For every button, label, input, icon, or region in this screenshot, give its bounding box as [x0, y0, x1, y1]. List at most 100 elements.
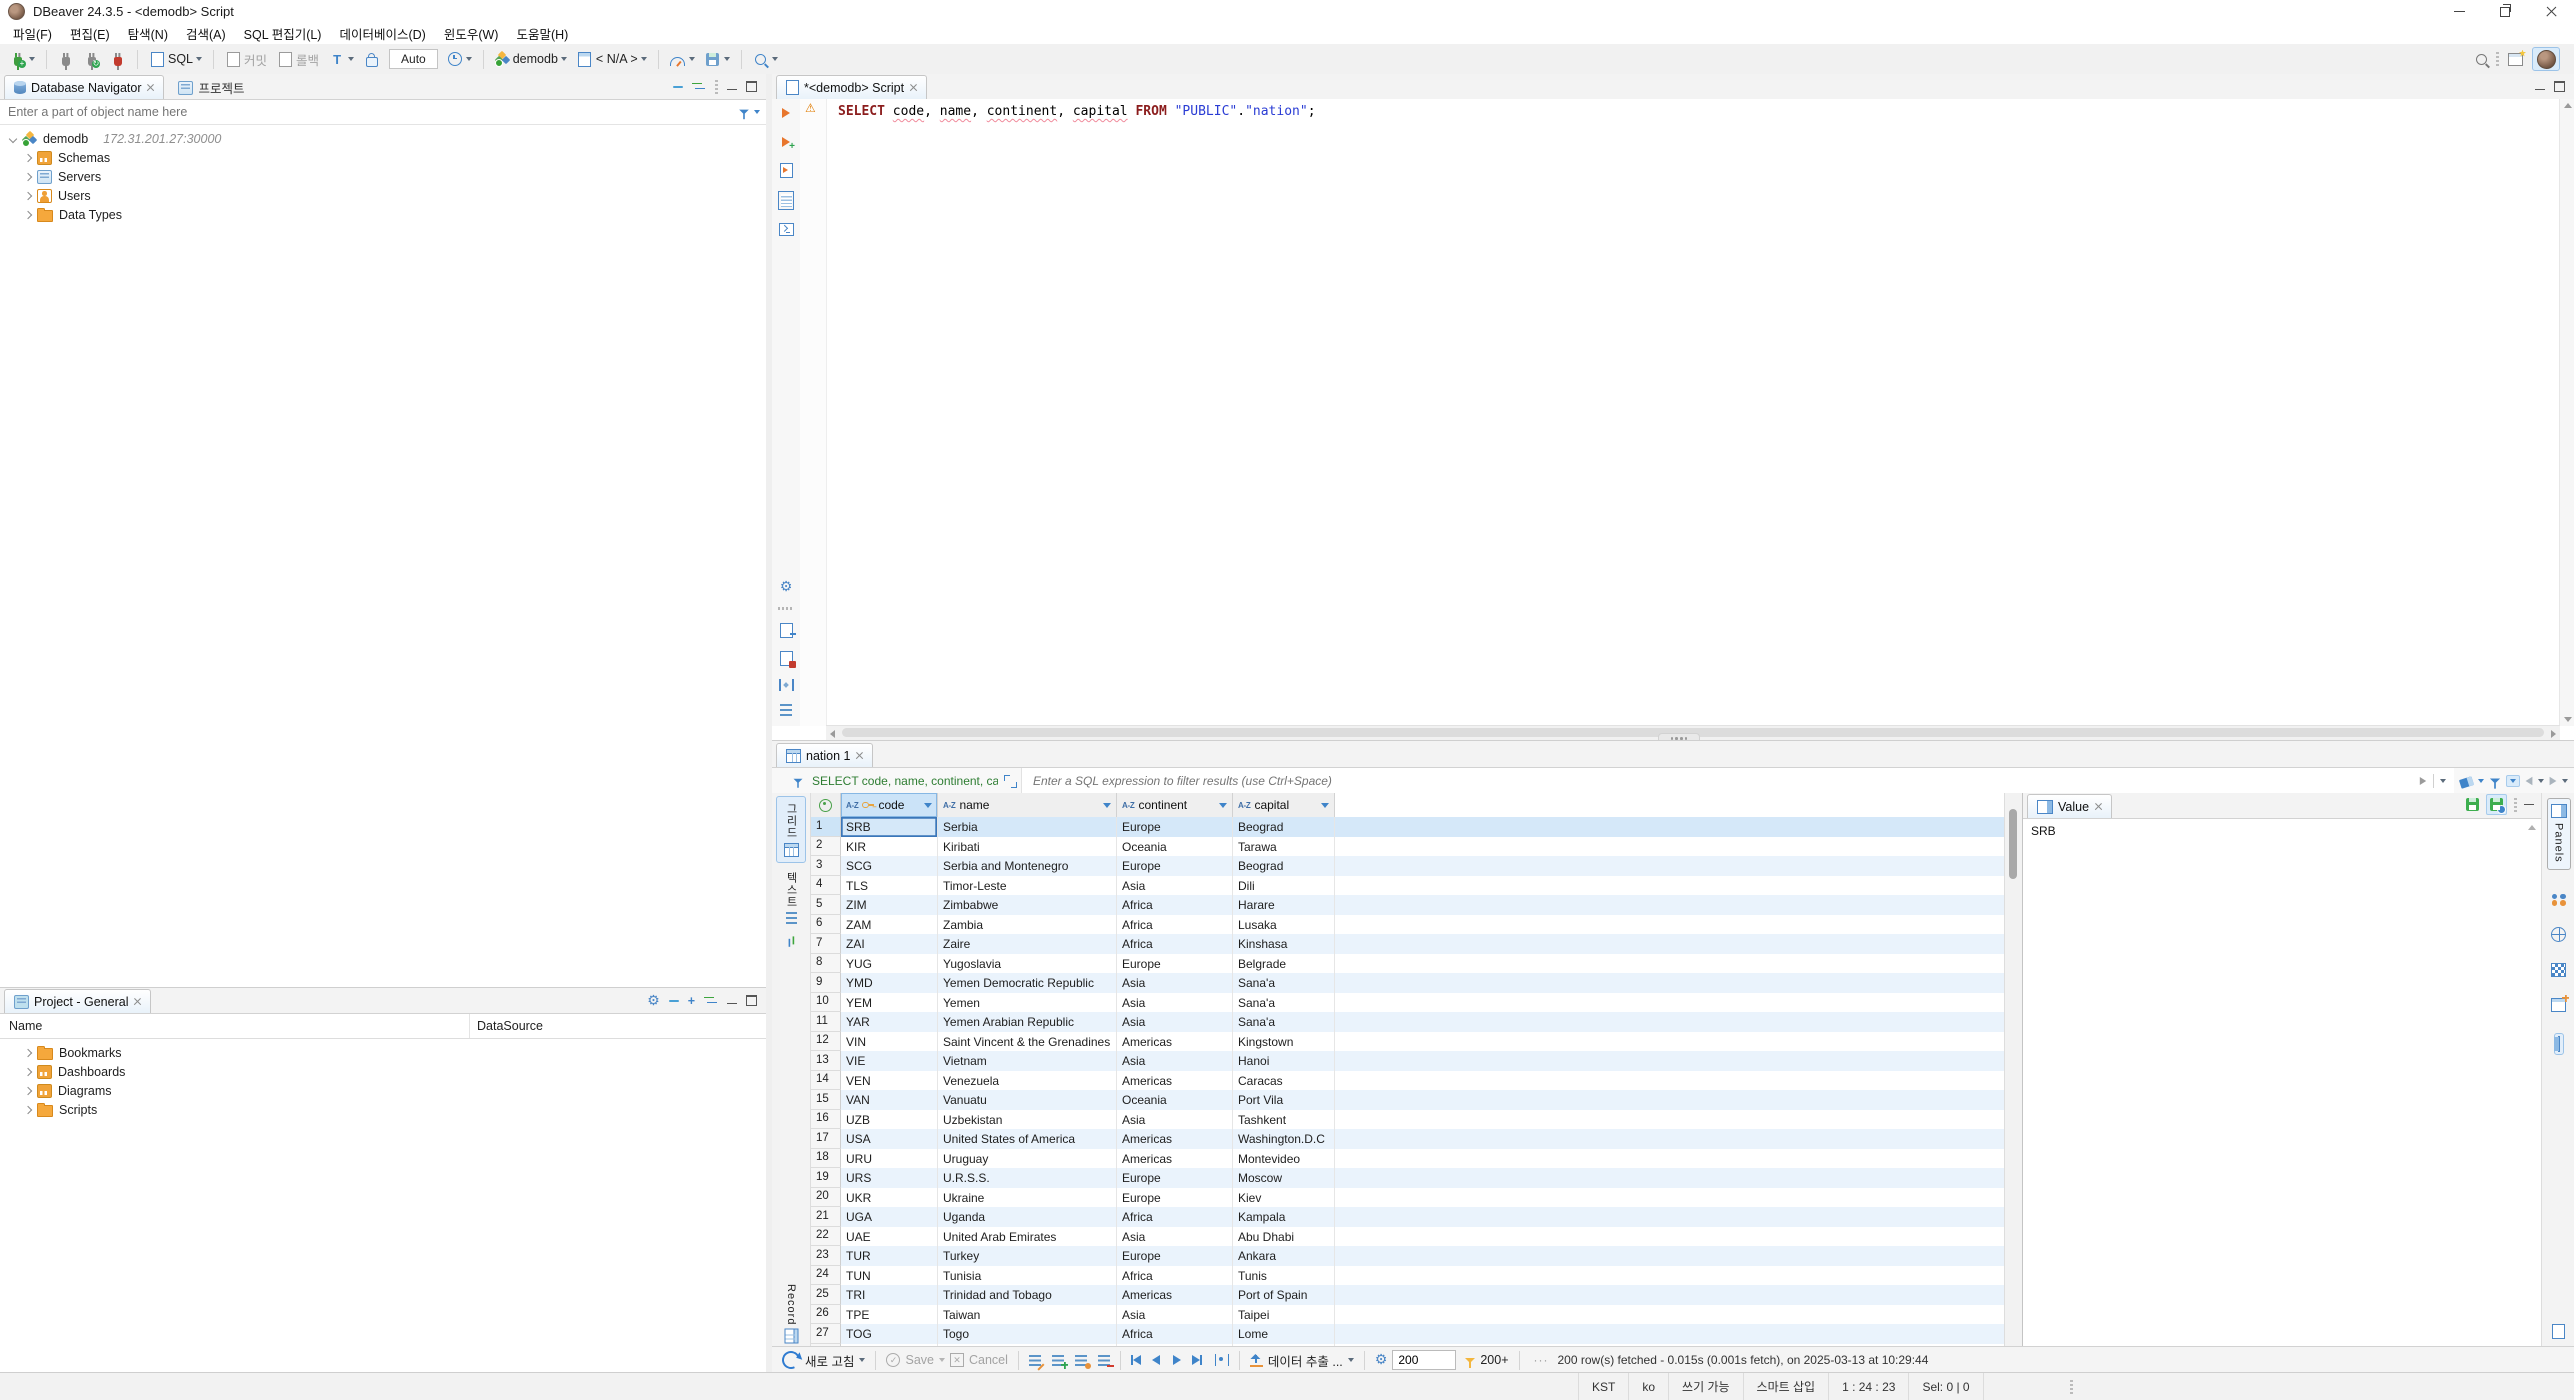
- fetch-more-icon[interactable]: [1465, 1358, 1475, 1363]
- sql-code-area[interactable]: SELECT code, name, continent, capital FR…: [826, 99, 2560, 726]
- fetch-settings-gear-icon[interactable]: ⚙: [1375, 1353, 1388, 1367]
- eraser-icon[interactable]: [2459, 776, 2474, 789]
- table-cell[interactable]: Europe: [1117, 856, 1233, 876]
- connect-button[interactable]: [54, 49, 78, 69]
- menu-item-sqll[interactable]: SQL 편집기(L): [235, 22, 331, 45]
- table-cell[interactable]: Togo: [938, 1324, 1117, 1344]
- forward-dropdown-icon[interactable]: [2562, 779, 2568, 783]
- row-number[interactable]: 23: [811, 1246, 841, 1266]
- table-cell[interactable]: Tunis: [1233, 1266, 1335, 1286]
- column-header-code[interactable]: A-Zcode: [841, 793, 938, 817]
- table-row[interactable]: 5ZIMZimbabweAfricaHarare: [811, 895, 2004, 915]
- table-cell[interactable]: ZAI: [841, 934, 938, 954]
- table-cell[interactable]: Yemen Arabian Republic: [938, 1012, 1117, 1032]
- goto-row-icon[interactable]: [1215, 1354, 1229, 1366]
- table-cell[interactable]: VIE: [841, 1051, 938, 1071]
- text-view-tab[interactable]: 텍스트: [776, 866, 806, 929]
- table-row[interactable]: 20UKRUkraineEuropeKiev: [811, 1188, 2004, 1208]
- table-cell[interactable]: Uruguay: [938, 1149, 1117, 1169]
- table-row[interactable]: 19URSU.R.S.S.EuropeMoscow: [811, 1168, 2004, 1188]
- next-row-button[interactable]: [1173, 1355, 1181, 1365]
- value-viewer[interactable]: SRB: [2023, 819, 2541, 1347]
- table-cell[interactable]: Europe: [1117, 1188, 1233, 1208]
- aggregate-panel-icon[interactable]: [2551, 998, 2566, 1012]
- table-cell[interactable]: Venezuela: [938, 1071, 1117, 1091]
- chevron-right-icon[interactable]: [24, 172, 32, 180]
- column-header-name[interactable]: Name: [0, 1014, 470, 1038]
- table-cell[interactable]: Port Vila: [1233, 1090, 1335, 1110]
- first-row-button[interactable]: [1131, 1355, 1141, 1365]
- table-cell[interactable]: Tashkent: [1233, 1110, 1335, 1130]
- chevron-right-icon[interactable]: [24, 1067, 32, 1075]
- table-row[interactable]: 12VINSaint Vincent & the GrenadinesAmeri…: [811, 1032, 2004, 1052]
- table-cell[interactable]: TRI: [841, 1285, 938, 1305]
- execute-script-icon[interactable]: [780, 163, 793, 178]
- column-dropdown-icon[interactable]: [1103, 803, 1111, 808]
- table-cell[interactable]: Sana'a: [1233, 1012, 1335, 1032]
- table-cell[interactable]: Zimbabwe: [938, 895, 1117, 915]
- row-number[interactable]: 13: [811, 1051, 841, 1071]
- menu-item-e[interactable]: 편집(E): [61, 22, 119, 45]
- chevron-right-icon[interactable]: [24, 1086, 32, 1094]
- table-cell[interactable]: Asia: [1117, 1110, 1233, 1130]
- table-cell[interactable]: Europe: [1117, 817, 1233, 837]
- table-cell[interactable]: YUG: [841, 954, 938, 974]
- minimize-button[interactable]: [2436, 0, 2482, 23]
- save-data-button[interactable]: [701, 49, 734, 69]
- editor-maximize-icon[interactable]: [2554, 81, 2565, 92]
- table-row[interactable]: 18URUUruguayAmericasMontevideo: [811, 1149, 2004, 1169]
- tree-item-connection[interactable]: demodb 172.31.201.27:30000: [0, 129, 766, 148]
- disconnect-button[interactable]: [106, 49, 130, 69]
- panel-minimize-icon[interactable]: [727, 1003, 737, 1005]
- table-cell[interactable]: Zaire: [938, 934, 1117, 954]
- row-number[interactable]: 1: [811, 817, 841, 837]
- new-connection-button[interactable]: +: [6, 49, 39, 69]
- table-row[interactable]: 13VIEVietnamAsiaHanoi: [811, 1051, 2004, 1071]
- close-tab-icon[interactable]: [146, 84, 154, 92]
- table-row[interactable]: 16UZBUzbekistanAsiaTashkent: [811, 1110, 2004, 1130]
- eraser-dropdown-icon[interactable]: [2478, 779, 2484, 783]
- link-editor-icon[interactable]: [692, 82, 706, 92]
- object-filter-input[interactable]: [6, 104, 738, 120]
- table-cell[interactable]: YEM: [841, 993, 938, 1013]
- table-cell[interactable]: Serbia: [938, 817, 1117, 837]
- row-number[interactable]: 5: [811, 895, 841, 915]
- statusbar-segment-3[interactable]: 스마트 삽입: [1743, 1373, 1829, 1400]
- row-number[interactable]: 12: [811, 1032, 841, 1052]
- outline-icon[interactable]: [780, 704, 792, 716]
- row-number[interactable]: 3: [811, 856, 841, 876]
- close-tab-icon[interactable]: [133, 998, 141, 1006]
- table-cell[interactable]: Belgrade: [1233, 954, 1335, 974]
- tree-item-data-types[interactable]: Data Types: [0, 205, 766, 224]
- active-connection-selector[interactable]: demodb: [491, 50, 571, 68]
- menu-item-h[interactable]: 도움말(H): [507, 22, 577, 45]
- column-header-capital[interactable]: A-Zcapital: [1233, 793, 1335, 817]
- tab-project-explorer[interactable]: 프로젝트: [168, 75, 254, 99]
- explain-plan-icon[interactable]: [778, 191, 794, 210]
- edit-cell-icon[interactable]: [1029, 1355, 1041, 1366]
- execute-statement-icon[interactable]: [782, 108, 790, 118]
- filter-query-text[interactable]: SELECT code, name, continent, capit: [812, 774, 998, 788]
- table-cell[interactable]: UZB: [841, 1110, 938, 1130]
- transaction-log-button[interactable]: [443, 49, 476, 69]
- tab-result-nation[interactable]: nation 1: [776, 743, 873, 767]
- table-cell[interactable]: U.R.S.S.: [938, 1168, 1117, 1188]
- reconnect-button[interactable]: ↻: [80, 49, 104, 69]
- chevron-right-icon[interactable]: [24, 1105, 32, 1113]
- delete-row-icon[interactable]: [1098, 1355, 1110, 1366]
- account-button[interactable]: [2532, 47, 2560, 71]
- last-row-button[interactable]: [1192, 1355, 1202, 1365]
- table-cell[interactable]: Kiribati: [938, 837, 1117, 857]
- table-cell[interactable]: Montevideo: [1233, 1149, 1335, 1169]
- panels-toggle-button[interactable]: Panels: [2547, 798, 2571, 870]
- table-cell[interactable]: TPE: [841, 1305, 938, 1325]
- table-row[interactable]: 25TRITrinidad and TobagoAmericasPort of …: [811, 1285, 2004, 1305]
- table-cell[interactable]: Taipei: [1233, 1305, 1335, 1325]
- editor-minimize-icon[interactable]: [2535, 89, 2545, 91]
- table-cell[interactable]: Moscow: [1233, 1168, 1335, 1188]
- table-cell[interactable]: KIR: [841, 837, 938, 857]
- overflow-dots[interactable]: ···: [1534, 1353, 1549, 1367]
- table-cell[interactable]: Africa: [1117, 895, 1233, 915]
- table-cell[interactable]: Asia: [1117, 876, 1233, 896]
- brackets-icon[interactable]: [779, 679, 794, 691]
